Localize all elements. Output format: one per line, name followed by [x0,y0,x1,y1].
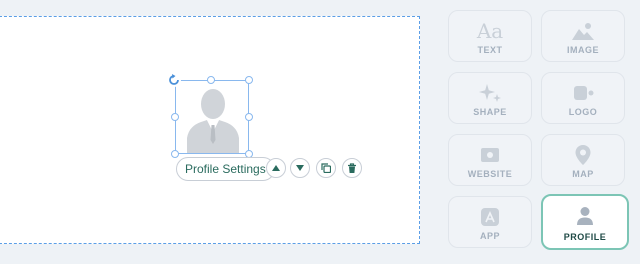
move-up-button[interactable] [266,158,286,178]
logo-icon [542,81,624,105]
text-aa-icon: Aa [476,19,504,43]
resize-handle-top[interactable] [207,76,215,84]
delete-button[interactable] [342,158,362,178]
copy-icon [321,163,331,173]
resize-handle-bottom-left[interactable] [171,150,179,158]
sparkle-icon [449,81,531,105]
trash-icon [348,162,356,173]
resize-handle-top-right[interactable] [245,76,253,84]
move-down-button[interactable] [290,158,310,178]
resize-handle-right[interactable] [245,113,253,121]
palette-item-shape[interactable]: SHAPE [448,72,532,124]
person-icon [543,204,627,228]
app-store-icon [449,205,531,229]
rotate-icon[interactable] [166,72,182,88]
palette-item-profile[interactable]: PROFILE [541,194,629,250]
palette-item-map[interactable]: MAP [541,134,625,186]
triangle-down-icon [296,165,304,171]
palette-item-website[interactable]: WEBSITE [448,134,532,186]
palette-item-image[interactable]: IMAGE [541,10,625,62]
website-icon [449,143,531,167]
palette-item-logo[interactable]: LOGO [541,72,625,124]
profile-settings-button[interactable]: Profile Settings [176,157,275,181]
triangle-up-icon [272,165,280,171]
map-pin-icon [542,143,624,167]
selection-box[interactable] [175,80,249,154]
resize-handle-left[interactable] [171,113,179,121]
palette-item-text[interactable]: Aa TEXT [448,10,532,62]
image-icon [542,19,624,43]
palette-item-app[interactable]: APP [448,196,532,248]
duplicate-button[interactable] [316,158,336,178]
